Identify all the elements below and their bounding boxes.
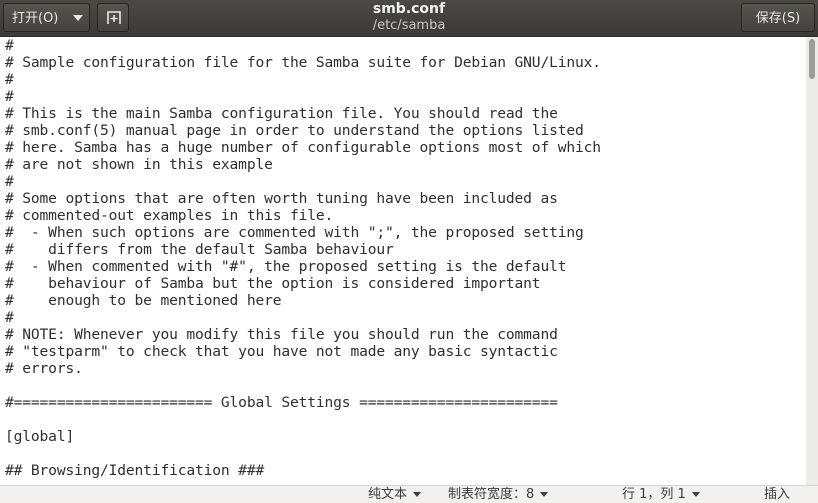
- editor-line: # Sample configuration file for the Samb…: [5, 54, 601, 71]
- window-title-area: smb.conf /etc/samba: [300, 1, 518, 34]
- cursor-position[interactable]: 行 1，列 1: [622, 486, 700, 503]
- editor-line: # Some options that are often worth tuni…: [5, 190, 558, 207]
- header-bar: 打开(O) smb.conf /etc/samba 保存(S): [0, 0, 818, 37]
- editor-line: # - When such options are commented with…: [5, 224, 584, 241]
- language-selector[interactable]: 纯文本: [368, 486, 422, 503]
- editor-line: # NOTE: Whenever you modify this file yo…: [5, 326, 558, 343]
- editor-line: ## Browsing/Identification ###: [5, 462, 265, 479]
- open-button-label: 打开(O): [12, 11, 59, 26]
- editor-line: # behaviour of Samba but the option is c…: [5, 275, 541, 292]
- text-editor[interactable]: # # Sample configuration file for the Sam…: [0, 37, 806, 485]
- new-tab-button[interactable]: [97, 3, 129, 32]
- editor-line: # - When commented with "#", the propose…: [5, 258, 567, 275]
- editor-line: # are not shown in this example: [5, 156, 273, 173]
- dropdown-arrow-icon: [540, 492, 549, 497]
- window-subtitle-path: /etc/samba: [372, 18, 446, 33]
- editor-line: #: [5, 37, 14, 54]
- editor-line: #: [5, 173, 14, 190]
- save-button[interactable]: 保存(S): [741, 3, 815, 32]
- scrollbar-thumb[interactable]: [809, 39, 815, 79]
- insert-mode-indicator: 插入: [764, 487, 791, 502]
- editor-line: #: [5, 88, 14, 105]
- status-bar: 纯文本 制表符宽度：8 行 1，列 1 插入: [0, 485, 818, 503]
- new-tab-icon: [107, 11, 121, 24]
- editor-line: [global]: [5, 428, 75, 445]
- editor-line: # differs from the default Samba behavio…: [5, 241, 394, 258]
- editor-line: # enough to be mentioned here: [5, 292, 282, 309]
- language-label: 纯文本: [368, 487, 408, 502]
- open-button[interactable]: 打开(O): [3, 3, 90, 32]
- chevron-down-icon: [73, 15, 83, 21]
- editor-line: #: [5, 309, 14, 326]
- cursor-position-label: 行 1，列 1: [622, 487, 686, 502]
- editor-line: #======================= Global Settings…: [5, 394, 558, 411]
- editor-line: # commented-out examples in this file.: [5, 207, 334, 224]
- tab-width-selector[interactable]: 制表符宽度：8: [448, 486, 549, 503]
- editor-line: # here. Samba has a huge number of confi…: [5, 139, 601, 156]
- editor-line: # This is the main Samba configuration f…: [5, 105, 558, 122]
- tab-width-label: 制表符宽度：8: [448, 487, 535, 502]
- dropdown-arrow-icon: [413, 492, 422, 497]
- window-title: smb.conf: [372, 1, 446, 17]
- dropdown-arrow-icon: [691, 492, 700, 497]
- editor-line: #: [5, 71, 14, 88]
- editor-content: # # Sample configuration file for the Sam…: [5, 37, 601, 479]
- vertical-scrollbar[interactable]: [806, 37, 818, 485]
- editor-line: # "testparm" to check that you have not …: [5, 343, 558, 360]
- editor-line: # errors.: [5, 360, 83, 377]
- editor-line: # smb.conf(5) manual page in order to un…: [5, 122, 584, 139]
